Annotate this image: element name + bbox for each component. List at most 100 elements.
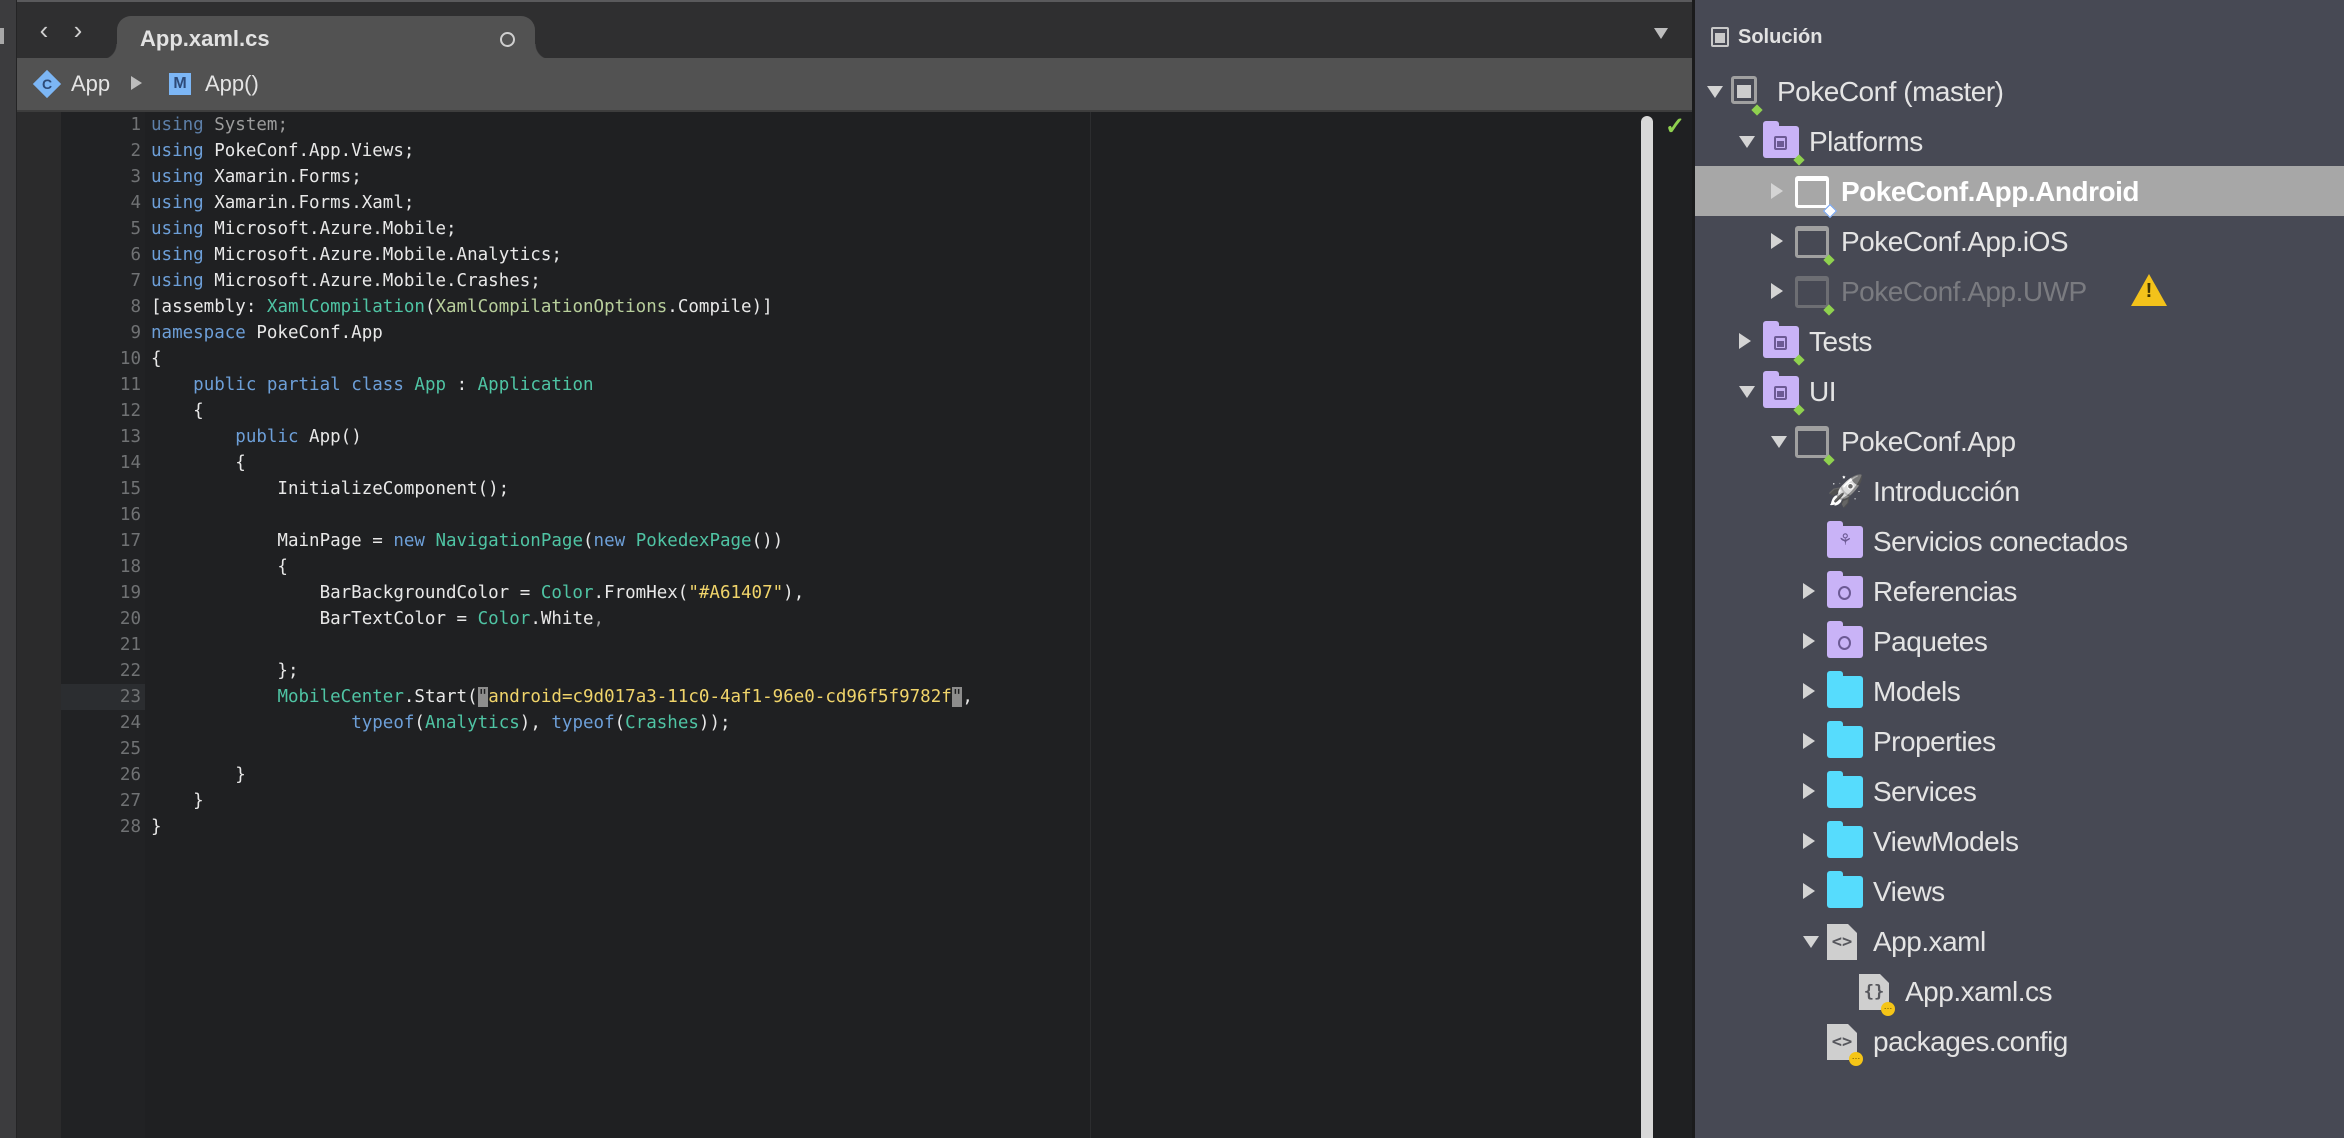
- code-token: NavigationPage: [435, 531, 583, 551]
- tree-item[interactable]: <> App.xaml: [1695, 916, 2344, 966]
- tree-item[interactable]: PokeConf.App: [1695, 416, 2344, 466]
- tree-item[interactable]: UI: [1695, 366, 2344, 416]
- tree-item[interactable]: <>… packages.config: [1695, 1016, 2344, 1066]
- code-line[interactable]: 20 BarTextColor = Color.White,: [61, 606, 973, 632]
- code-line[interactable]: 8 [assembly: XamlCompilation(XamlCompilat…: [61, 294, 973, 320]
- code-text: }: [145, 762, 246, 788]
- code-line[interactable]: 12 {: [61, 398, 973, 424]
- code-line[interactable]: 23 MobileCenter.Start("android=c9d017a3-…: [61, 684, 973, 710]
- tree-item[interactable]: ViewModels: [1695, 816, 2344, 866]
- breadcrumb-class[interactable]: C App: [32, 58, 111, 110]
- expanded-arrow-icon[interactable]: [1803, 936, 1819, 948]
- code-text: namespace PokeConf.App: [145, 320, 383, 346]
- network-glyph-icon: ⚘: [1838, 532, 1853, 549]
- tree-item[interactable]: Tests: [1695, 316, 2344, 366]
- collapsed-arrow-icon[interactable]: [1803, 783, 1815, 799]
- code-line[interactable]: 1 using System;: [61, 112, 973, 138]
- code-line[interactable]: 24 typeof(Analytics), typeof(Crashes));: [61, 710, 973, 736]
- breadcrumb-class-label: App: [71, 71, 111, 96]
- collapsed-arrow-icon[interactable]: [1803, 833, 1815, 849]
- warning-icon[interactable]: !: [2131, 274, 2167, 306]
- tree-item[interactable]: Referencias: [1695, 566, 2344, 616]
- code-area[interactable]: 1 using System; 2 using PokeConf.App.Views;…: [17, 112, 1692, 1138]
- code-line[interactable]: 6 using Microsoft.Azure.Mobile.Analytics;: [61, 242, 973, 268]
- tree-item[interactable]: 🚀 Introducción: [1695, 466, 2344, 516]
- code-line[interactable]: 9 namespace PokeConf.App: [61, 320, 973, 346]
- tree-item-label: ViewModels: [1873, 826, 2019, 857]
- code-line[interactable]: 2 using PokeConf.App.Views;: [61, 138, 973, 164]
- code-line[interactable]: 25: [61, 736, 973, 762]
- tree-item-label: UI: [1809, 376, 1837, 407]
- code-line[interactable]: 22 };: [61, 658, 973, 684]
- code-line[interactable]: 7 using Microsoft.Azure.Mobile.Crashes;: [61, 268, 973, 294]
- code-line[interactable]: 18 {: [61, 554, 973, 580]
- code-line[interactable]: 10 {: [61, 346, 973, 372]
- tree-item[interactable]: ⚘ Servicios conectados: [1695, 516, 2344, 566]
- code-line[interactable]: 3 using Xamarin.Forms;: [61, 164, 973, 190]
- code-line[interactable]: 27 }: [61, 788, 973, 814]
- expanded-arrow-icon[interactable]: [1739, 136, 1755, 148]
- navigate-back-button[interactable]: ‹: [31, 16, 57, 44]
- collapsed-arrow-icon[interactable]: [1803, 883, 1815, 899]
- tree-item[interactable]: Models: [1695, 666, 2344, 716]
- line-number: 8: [130, 297, 141, 317]
- code-line[interactable]: 28}: [61, 814, 973, 840]
- collapsed-arrow-icon[interactable]: [1803, 683, 1815, 699]
- tree-item[interactable]: PokeConf.App.UWP!: [1695, 266, 2344, 316]
- line-number: 7: [130, 271, 141, 291]
- collapsed-arrow-icon[interactable]: [1771, 283, 1783, 299]
- tree-item[interactable]: PokeConf.App.Android: [1695, 166, 2344, 219]
- tree-item[interactable]: Platforms: [1695, 116, 2344, 166]
- code-line[interactable]: 17 MainPage = new NavigationPage(new Pok…: [61, 528, 973, 554]
- dock-marker: [0, 28, 4, 44]
- tree-item[interactable]: Views: [1695, 866, 2344, 916]
- code-line[interactable]: 11 public partial class App : Applicatio…: [61, 372, 973, 398]
- collapsed-arrow-icon[interactable]: [1771, 233, 1783, 249]
- code-line[interactable]: 21: [61, 632, 973, 658]
- vertical-scrollbar-thumb[interactable]: [1641, 116, 1653, 1138]
- tree-item-label: Services: [1873, 776, 1977, 807]
- code-line[interactable]: 13 public App(): [61, 424, 973, 450]
- no-errors-check-icon: ✓: [1665, 113, 1686, 140]
- expanded-arrow-icon[interactable]: [1739, 386, 1755, 398]
- collapsed-arrow-icon[interactable]: [1803, 633, 1815, 649]
- tree-item[interactable]: {}… App.xaml.cs: [1695, 966, 2344, 1016]
- code-line[interactable]: 15 InitializeComponent();: [61, 476, 973, 502]
- code-line[interactable]: 4 using Xamarin.Forms.Xaml;: [61, 190, 973, 216]
- code-line[interactable]: 16: [61, 502, 973, 528]
- tab-close-icon[interactable]: [500, 32, 515, 47]
- collapsed-arrow-icon[interactable]: [1803, 733, 1815, 749]
- tree-item[interactable]: Paquetes: [1695, 616, 2344, 666]
- tree-item[interactable]: PokeConf.App.iOS: [1695, 216, 2344, 266]
- expanded-arrow-icon[interactable]: [1771, 436, 1787, 448]
- code-text: public App(): [145, 424, 361, 450]
- tree-item[interactable]: PokeConf (master): [1695, 66, 2344, 116]
- code-line[interactable]: 19 BarBackgroundColor = Color.FromHex("#…: [61, 580, 973, 606]
- tab-overflow-dropdown-icon[interactable]: [1654, 28, 1668, 39]
- code-line[interactable]: 26 }: [61, 762, 973, 788]
- expanded-arrow-icon[interactable]: [1707, 86, 1723, 98]
- code-line[interactable]: 5 using Microsoft.Azure.Mobile;: [61, 216, 973, 242]
- code-token: {: [151, 453, 246, 473]
- code-token: ": [477, 687, 489, 707]
- code-text: using Xamarin.Forms;: [145, 164, 362, 190]
- folder-icon: [1827, 771, 1863, 808]
- code-text: MobileCenter.Start("android=c9d017a3-11c…: [145, 684, 973, 710]
- breadcrumb-method[interactable]: M App(): [169, 58, 259, 110]
- code-line[interactable]: 14 {: [61, 450, 973, 476]
- tab-app-xaml-cs[interactable]: App.xaml.cs: [101, 16, 551, 60]
- code-text: };: [145, 658, 298, 684]
- navigate-forward-button[interactable]: ›: [65, 16, 91, 44]
- code-text: using Microsoft.Azure.Mobile;: [145, 216, 457, 242]
- collapsed-arrow-icon[interactable]: [1803, 583, 1815, 599]
- collapsed-arrow-icon[interactable]: [1739, 333, 1751, 349]
- tree-item[interactable]: Properties: [1695, 716, 2344, 766]
- tree-item[interactable]: Services: [1695, 766, 2344, 816]
- code-token: App: [414, 375, 447, 395]
- code-token: {: [151, 557, 288, 577]
- collapsed-arrow-icon[interactable]: [1771, 183, 1783, 199]
- solution-glyph-icon: [1774, 336, 1787, 350]
